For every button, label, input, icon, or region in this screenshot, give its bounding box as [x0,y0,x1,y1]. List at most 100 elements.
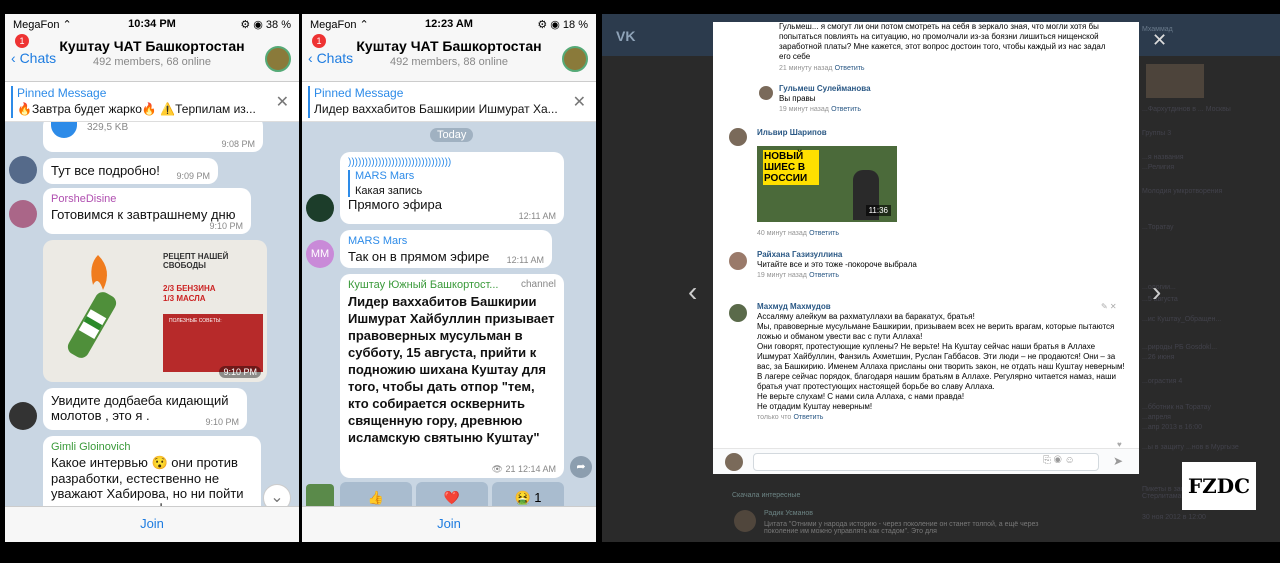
edit-icon[interactable]: ✎ ✕ [1101,302,1117,311]
file-size: 329,5 KB [87,122,129,133]
comment-author[interactable]: Райхана Газизуллина [757,250,842,259]
close-icon[interactable]: ✕ [276,92,289,112]
send-icon[interactable]: ➤ [1113,454,1123,468]
chat-title: Куштау ЧАТ Башкортостан [356,38,542,54]
prev-arrow-icon[interactable]: ‹ [688,276,697,308]
pin-text: Лидер ваххабитов Башкирии Ишмурат Ха... [314,102,558,116]
video-caption: НОВЫЙ ШИЕС В РОССИИ [763,150,819,185]
bg-text: Молодия умкротворения [1142,188,1223,195]
telegram-screen-right: MegaFon ⌃ 12:23 AM ⚙ ◉ 18 % 1 ‹ Chats Ку… [302,14,596,542]
chat-subtitle: 492 members, 68 online [92,56,211,68]
share-icon[interactable]: ➦ [570,456,592,478]
message-time: 9:10 PM [205,417,239,427]
voice-waveform[interactable]: ))))))))))))))))))))))))))))))) [348,157,556,168]
unread-badge: 1 [15,34,29,48]
image-time: 9:10 PM [219,366,261,378]
comment: Гульмеш Сулейманова Вы правы 19 минут наза… [779,84,871,115]
comment-text: Читайте все и это тоже -покороче выбрала [757,260,917,269]
file-icon [51,122,77,138]
comment-line: Они говорят, протестующие куплены? Не ве… [757,342,1125,371]
comment-author[interactable]: Махмуд Махмудов [757,302,831,311]
recipe-heading: РЕЦЕПТ НАШЕЙ СВОБОДЫ [163,252,229,270]
chat-subtitle: 492 members, 88 online [389,56,508,68]
vk-logo[interactable]: VK [616,28,635,44]
sender-name[interactable]: PorsheDisine [51,193,243,205]
avatar[interactable] [9,200,37,228]
comments-modal: Гульмеш... я смогут ли они потом смотрет… [713,22,1139,474]
video-thumbnail[interactable]: НОВЫЙ ШИЕС В РОССИИ 11:36 [757,146,897,222]
avatar[interactable] [9,156,37,184]
telegram-screen-left: MegaFon ⌃ 10:34 PM ⚙ ◉ 38 % 1 ‹ Chats Ку… [5,14,299,542]
pin-title: Pinned Message [17,86,107,100]
close-icon[interactable]: ✕ [573,92,586,112]
next-arrow-icon[interactable]: › [1152,276,1161,308]
comment-line: В лагере сейчас порядок, благодаря нашим… [757,372,1117,391]
reply-link[interactable]: Ответить [809,230,839,237]
avatar[interactable] [759,86,773,100]
reply-link[interactable]: Ответить [835,65,865,72]
channel-post: Куштау Южный Башкортост... channel Лидер… [340,274,564,478]
battery: ⚙ ◉ 18 % [537,19,588,31]
reply-link[interactable]: Ответить [831,106,861,113]
channel-tag: channel [520,279,556,290]
fzdc-logo: FZDC [1182,462,1256,510]
video-duration: 11:36 [865,205,891,216]
vk-screen: VK Мхаммад ...Фархутдинов в ... Москвы Г… [602,14,1280,542]
join-button[interactable]: Join [302,506,596,542]
comment-line: Не отдадим Куштау неверным! [757,402,873,411]
reply-link[interactable]: Ответить [793,414,823,421]
message-list: Today ))))))))))))))))))))))))))))))) MA… [302,122,596,520]
group-avatar[interactable] [562,46,588,72]
bg-text: 30 ноя 2012 в 12:00 [1142,514,1206,521]
sender-name[interactable]: MARS Mars [348,235,544,247]
bg-text: ...Религия [1142,164,1175,171]
sender-name[interactable]: Gimli Gloinovich [51,441,253,453]
recipe-line: 1/3 МАСЛА [163,294,206,303]
avatar[interactable] [306,194,334,222]
pinned-message[interactable]: Pinned Message 🔥Завтра будет жарко🔥 ⚠️Те… [5,82,299,122]
message-text: Готовимся к завтрашнему дню [51,207,236,222]
date-separator: Today [430,128,474,142]
group-avatar[interactable] [265,46,291,72]
avatar[interactable]: MM [306,240,334,268]
bg-text: Цитата "Отними у народа историю - через … [764,521,1039,535]
message-time: 12:11 AM [518,211,556,221]
file-message[interactable]: 329,5 KB 9:08 PM [43,122,263,152]
attach-icon[interactable]: ⎘ ◉ ☺ [1043,455,1075,466]
avatar[interactable] [729,252,747,270]
avatar[interactable] [729,304,747,322]
reply-link[interactable]: Ответить [809,272,839,279]
comment-time: 19 минут назад [757,272,807,279]
avatar[interactable] [729,128,747,146]
pin-bar [11,86,13,118]
bg-text: ...Торатау [1142,224,1174,231]
bg-avatar [734,510,756,532]
bg-text: ...апр 2013 в 16:00 [1142,424,1203,431]
image-message[interactable]: РЕЦЕПТ НАШЕЙ СВОБОДЫ 2/3 БЕНЗИНА 1/3 МАС… [43,240,267,382]
user-avatar [725,453,743,471]
message-bubble: Увидите додбаеба кидающий молотов , это … [43,388,247,430]
bg-text: Группы 3 [1142,130,1172,137]
recipe-line: 2/3 БЕНЗИНА [163,284,216,293]
message-text: Тут все подробно! [51,163,160,178]
close-icon[interactable]: ✕ [1152,30,1167,51]
reply-quote[interactable]: MARS Mars Какая запись [348,170,556,197]
join-button[interactable]: Join [5,506,299,542]
message-text: Прямого эфира [348,197,442,212]
bg-text: ...бботник на Торатау [1142,404,1211,411]
comment-author[interactable]: Ильвир Шарипов [757,128,827,138]
collage: MegaFon ⌃ 10:34 PM ⚙ ◉ 38 % 1 ‹ Chats Ку… [0,0,1280,563]
comment-author[interactable]: Гульмеш Сулейманова [779,84,871,93]
comment-line: Не верьте слухам! С нами сила Аллаха, с … [757,392,965,401]
avatar[interactable] [9,402,37,430]
comment-time: 40 минут назад [757,230,807,237]
comment: Махмуд Махмудов Ассаляму алейкум ва рахм… [757,302,1125,423]
comment-time: 19 минут назад [779,106,829,113]
bg-text: ...ы в защиту ...нов в Мургызе [1142,444,1239,451]
comment-composer: ⎘ ◉ ☺ ➤ [713,448,1139,474]
pinned-message[interactable]: Pinned Message Лидер ваххабитов Башкирии… [302,82,596,122]
bg-text: ...Фархутдинов в ... Москвы [1142,106,1231,113]
chat-title: Куштау ЧАТ Башкортостан [59,38,245,54]
battery: ⚙ ◉ 38 % [240,19,291,31]
reply-text: Какая запись [355,185,423,197]
